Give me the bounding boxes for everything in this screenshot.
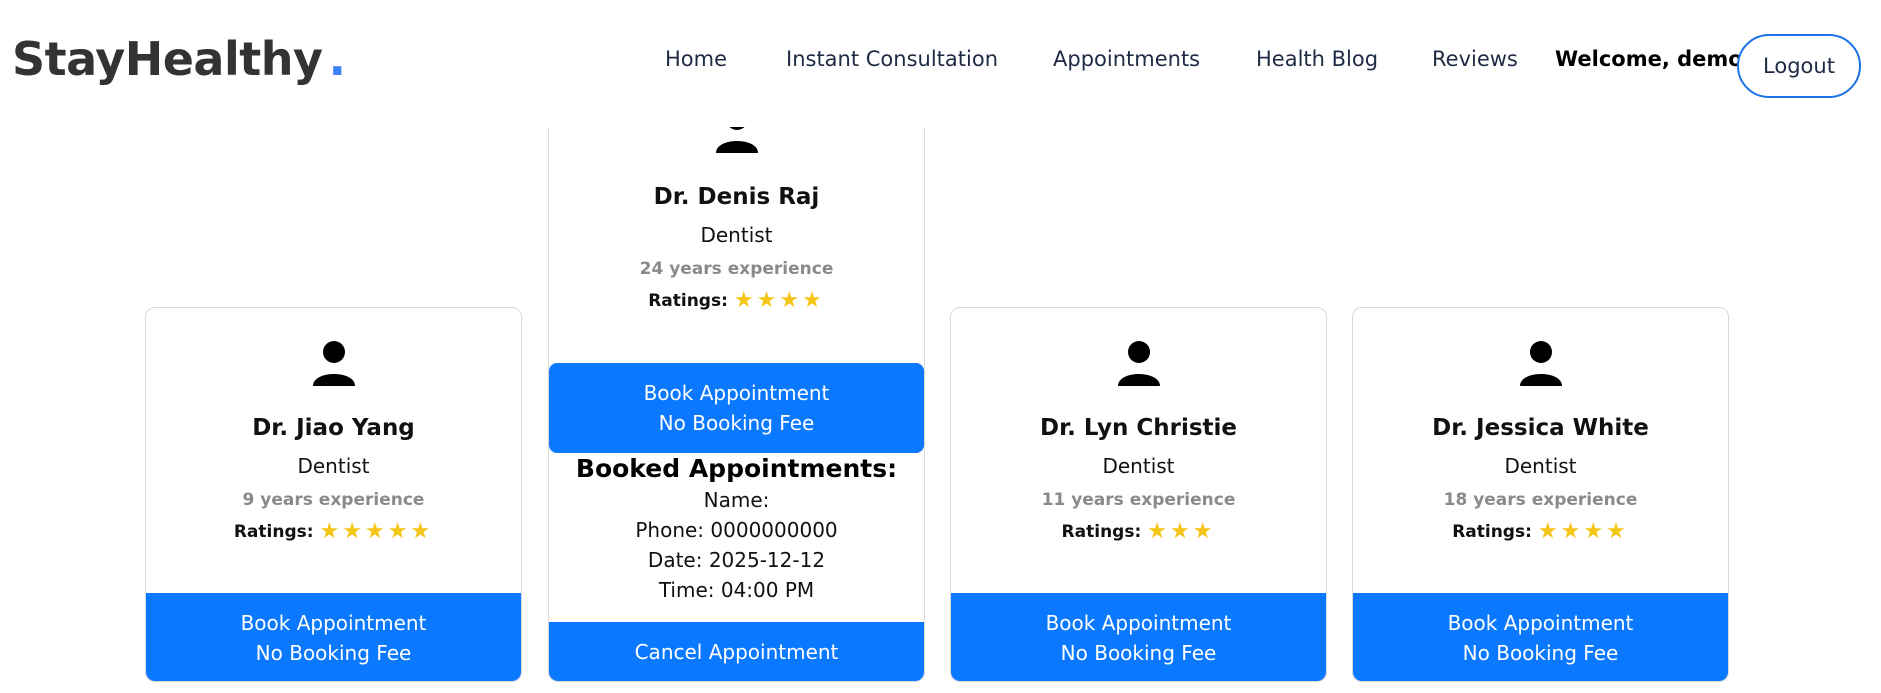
book-button-label: Book Appointment [1045, 611, 1232, 635]
doctor-speciality: Dentist [1504, 454, 1577, 478]
nav-instant-consultation[interactable]: Instant Consultation [786, 47, 998, 71]
cancel-appointment-button[interactable]: Cancel Appointment [549, 622, 924, 681]
star-rating-icon: ★★★ [1147, 519, 1216, 544]
doctor-ratings: Ratings: ★★★★★ [146, 519, 521, 544]
booked-date: Date: 2025-12-12 [647, 548, 826, 572]
book-button-label: Book Appointment [1447, 611, 1634, 635]
book-appointment-button[interactable]: Book Appointment No Booking Fee [549, 363, 924, 453]
navbar: StayHealthy. Home Instant Consultation A… [0, 0, 1881, 125]
ratings-label: Ratings: [233, 521, 314, 542]
booked-time: Time: 04:00 PM [658, 578, 815, 602]
booking-fee-label: No Booking Fee [1462, 641, 1619, 665]
book-button-label: Book Appointment [240, 611, 427, 635]
book-appointment-button[interactable]: Book Appointment No Booking Fee [146, 593, 521, 681]
nav-appointments[interactable]: Appointments [1053, 47, 1200, 71]
logout-button[interactable]: Logout [1737, 34, 1861, 98]
nav-reviews[interactable]: Reviews [1432, 47, 1518, 71]
booked-phone: Phone: 0000000000 [635, 518, 838, 542]
user-icon [715, 127, 758, 153]
booked-name: Name: [703, 488, 770, 512]
doctor-experience: 11 years experience [1041, 490, 1236, 510]
user-icon [1117, 341, 1160, 386]
doctor-speciality: Dentist [297, 454, 370, 478]
doctor-name: Dr. Jessica White [1432, 415, 1649, 441]
doctor-card: Dr. Lyn Christie Dentist 11 years experi… [950, 307, 1327, 682]
welcome-text: Welcome, demo [1555, 47, 1743, 71]
doctor-name: Dr. Denis Raj [653, 184, 820, 210]
doctor-experience: 18 years experience [1443, 490, 1638, 510]
user-icon [312, 341, 355, 386]
booking-fee-label: No Booking Fee [1060, 641, 1217, 665]
brand-logo[interactable]: StayHealthy. [12, 32, 346, 86]
doctor-ratings: Ratings: ★★★★ [1353, 519, 1728, 544]
booked-appointments-title: Booked Appointments: [575, 454, 898, 483]
ratings-label: Ratings: [1452, 521, 1532, 542]
ratings-label: Ratings: [1061, 521, 1142, 542]
doctor-card: Dr. Jiao Yang Dentist 9 years experience… [145, 307, 522, 682]
booked-appointments: Booked Appointments: Name: Phone: 000000… [549, 454, 924, 605]
doctor-card: Dr. Denis Raj Dentist 24 years experienc… [548, 127, 925, 682]
star-rating-icon: ★★★★ [733, 288, 825, 313]
doctor-experience: 9 years experience [242, 490, 425, 510]
doctor-name: Dr. Lyn Christie [1039, 415, 1238, 441]
doctor-name: Dr. Jiao Yang [252, 415, 415, 441]
booking-fee-label: No Booking Fee [658, 411, 815, 435]
ratings-label: Ratings: [648, 290, 728, 311]
book-appointment-button[interactable]: Book Appointment No Booking Fee [1353, 593, 1728, 681]
brand-dot: . [328, 32, 346, 86]
brand-name: StayHealthy [12, 32, 323, 86]
nav-home[interactable]: Home [665, 47, 727, 71]
doctor-card: Dr. Jessica White Dentist 18 years exper… [1352, 307, 1729, 682]
nav-health-blog[interactable]: Health Blog [1256, 47, 1378, 71]
booking-fee-label: No Booking Fee [255, 641, 412, 665]
star-rating-icon: ★★★★ [1537, 519, 1629, 544]
book-button-label: Book Appointment [643, 381, 830, 405]
doctor-ratings: Ratings: ★★★★ [549, 288, 924, 313]
doctor-experience: 24 years experience [639, 259, 834, 279]
doctor-speciality: Dentist [700, 223, 773, 247]
doctor-speciality: Dentist [1102, 454, 1175, 478]
doctor-ratings: Ratings: ★★★ [951, 519, 1326, 544]
book-appointment-button[interactable]: Book Appointment No Booking Fee [951, 593, 1326, 681]
user-icon [1519, 341, 1562, 386]
star-rating-icon: ★★★★★ [319, 519, 434, 544]
